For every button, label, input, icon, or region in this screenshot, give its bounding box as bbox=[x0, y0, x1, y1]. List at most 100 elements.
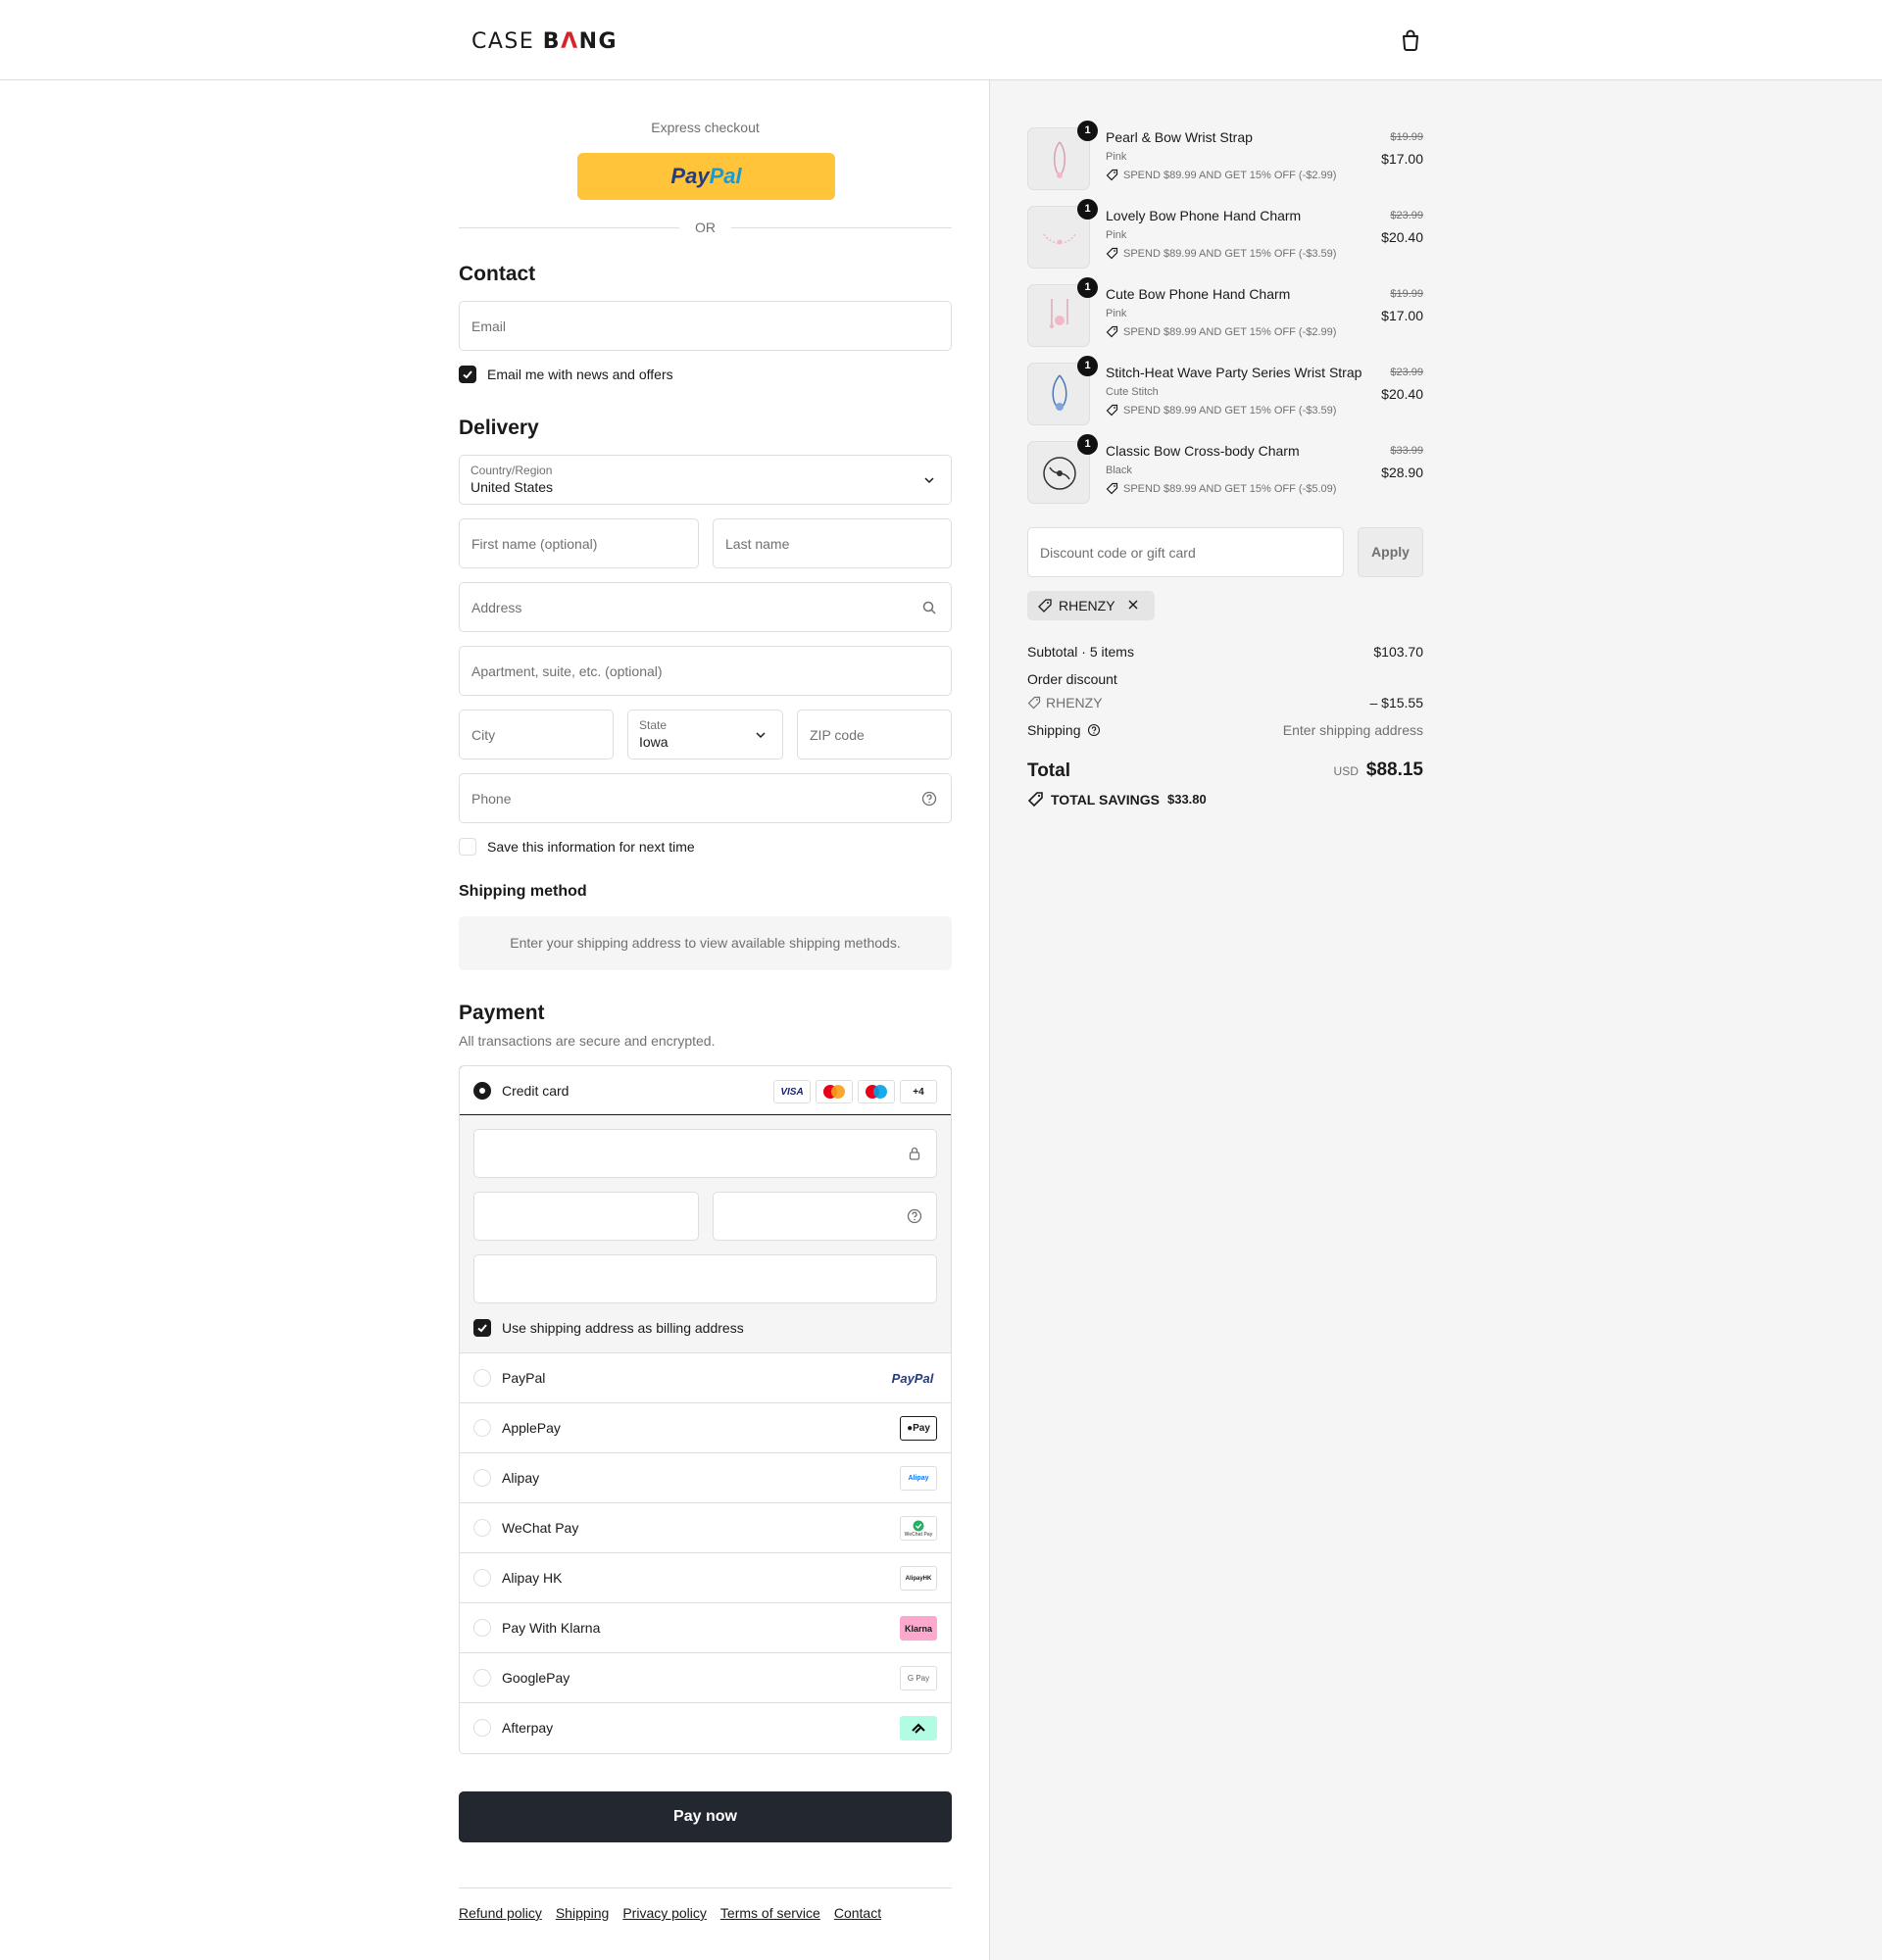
discount-code-field[interactable]: Discount code or gift card bbox=[1027, 527, 1344, 577]
help-circle-icon bbox=[1087, 723, 1100, 737]
order-discount-row: Order discount bbox=[1027, 671, 1117, 687]
payment-radio[interactable] bbox=[473, 1419, 491, 1437]
applepay-logo: ● Pay bbox=[900, 1416, 937, 1441]
store-logo[interactable]: CASE BΛNG bbox=[471, 29, 618, 54]
credit-card-form: Use shipping address as billing address bbox=[460, 1115, 951, 1353]
expiration-date-field[interactable] bbox=[473, 1192, 699, 1241]
address-field[interactable]: Address bbox=[459, 582, 952, 632]
shipping-method-note: Enter your shipping address to view avai… bbox=[459, 916, 952, 970]
item-original-price: $19.99 bbox=[1390, 288, 1423, 300]
email-field[interactable]: Email bbox=[459, 301, 952, 351]
mastercard-icon bbox=[816, 1080, 853, 1103]
item-price: $20.40 bbox=[1381, 229, 1423, 245]
privacy-policy-link[interactable]: Privacy policy bbox=[622, 1905, 707, 1921]
payment-radio[interactable] bbox=[473, 1469, 491, 1487]
tag-icon bbox=[1106, 482, 1118, 495]
payment-radio[interactable] bbox=[473, 1669, 491, 1687]
billing-checkbox[interactable] bbox=[473, 1319, 491, 1337]
payment-radio[interactable] bbox=[473, 1519, 491, 1537]
country-select[interactable]: Country/Region United States bbox=[459, 455, 952, 505]
tag-icon bbox=[1106, 169, 1118, 181]
terms-of-service-link[interactable]: Terms of service bbox=[720, 1905, 820, 1921]
quantity-badge: 1 bbox=[1077, 277, 1098, 298]
credit-card-radio[interactable] bbox=[473, 1082, 491, 1100]
payment-options: Credit card VISA +4 Use shipping address… bbox=[459, 1065, 952, 1754]
apply-discount-button[interactable]: Apply bbox=[1358, 527, 1423, 577]
applied-discount-chip: RHENZY bbox=[1027, 591, 1155, 620]
payment-option-googlepay[interactable]: GooglePay G Pay bbox=[460, 1653, 951, 1703]
more-cards-badge: +4 bbox=[900, 1080, 937, 1103]
payment-radio[interactable] bbox=[473, 1569, 491, 1587]
help-circle-icon[interactable] bbox=[907, 1208, 922, 1227]
item-name: Pearl & Bow Wrist Strap bbox=[1106, 129, 1253, 145]
payment-radio[interactable] bbox=[473, 1369, 491, 1387]
apartment-field[interactable]: Apartment, suite, etc. (optional) bbox=[459, 646, 952, 696]
news-checkbox-row[interactable]: Email me with news and offers bbox=[459, 365, 673, 384]
delivery-heading: Delivery bbox=[459, 416, 539, 439]
remove-discount-icon[interactable] bbox=[1127, 598, 1145, 613]
security-code-field[interactable] bbox=[713, 1192, 937, 1241]
item-discount: SPEND $89.99 AND GET 15% OFF (-$3.59) bbox=[1106, 247, 1336, 260]
item-price: $17.00 bbox=[1381, 151, 1423, 167]
payment-option-alipay[interactable]: Alipay Alipay bbox=[460, 1453, 951, 1503]
billing-checkbox-row[interactable]: Use shipping address as billing address bbox=[473, 1318, 744, 1338]
zip-field[interactable]: ZIP code bbox=[797, 710, 952, 760]
googlepay-logo: G Pay bbox=[900, 1666, 937, 1690]
item-discount: SPEND $89.99 AND GET 15% OFF (-$2.99) bbox=[1106, 169, 1336, 181]
refund-policy-link[interactable]: Refund policy bbox=[459, 1905, 542, 1921]
save-info-checkbox-row[interactable]: Save this information for next time bbox=[459, 837, 695, 857]
chevron-down-icon bbox=[921, 472, 937, 488]
help-circle-icon[interactable] bbox=[921, 791, 937, 807]
list-item: 1 Lovely Bow Phone Hand Charm Pink SPEND… bbox=[1027, 199, 1423, 284]
payment-option-wechat[interactable]: WeChat Pay WeChat Pay bbox=[460, 1503, 951, 1553]
city-field[interactable]: City bbox=[459, 710, 614, 760]
maestro-icon bbox=[858, 1080, 895, 1103]
express-checkout-label: Express checkout bbox=[651, 120, 760, 135]
news-checkbox[interactable] bbox=[459, 366, 476, 383]
quantity-badge: 1 bbox=[1077, 199, 1098, 220]
paypal-express-button[interactable]: Pay Pal bbox=[577, 153, 835, 200]
credit-card-option[interactable]: Credit card VISA +4 bbox=[460, 1066, 951, 1115]
item-variant: Pink bbox=[1106, 308, 1127, 319]
tag-icon bbox=[1027, 696, 1041, 710]
item-original-price: $23.99 bbox=[1390, 210, 1423, 221]
payment-radio[interactable] bbox=[473, 1619, 491, 1637]
item-name: Cute Bow Phone Hand Charm bbox=[1106, 286, 1291, 302]
item-name: Stitch-Heat Wave Party Series Wrist Stra… bbox=[1106, 365, 1362, 380]
quantity-badge: 1 bbox=[1077, 434, 1098, 455]
payment-subtitle: All transactions are secure and encrypte… bbox=[459, 1033, 716, 1049]
tag-icon bbox=[1106, 325, 1118, 338]
card-number-field[interactable] bbox=[473, 1129, 937, 1178]
item-original-price: $23.99 bbox=[1390, 367, 1423, 378]
tag-icon bbox=[1106, 404, 1118, 416]
name-on-card-field[interactable] bbox=[473, 1254, 937, 1303]
list-item: 1 Cute Bow Phone Hand Charm Pink SPEND $… bbox=[1027, 277, 1423, 363]
chevron-down-icon bbox=[753, 727, 768, 743]
state-select[interactable]: State Iowa bbox=[627, 710, 783, 760]
item-price: $20.40 bbox=[1381, 386, 1423, 402]
save-info-checkbox[interactable] bbox=[459, 838, 476, 856]
lock-icon bbox=[907, 1146, 922, 1164]
payment-option-alipayhk[interactable]: Alipay HK AlipayHK bbox=[460, 1553, 951, 1603]
first-name-field[interactable]: First name (optional) bbox=[459, 518, 699, 568]
payment-radio[interactable] bbox=[473, 1719, 491, 1737]
pay-now-button[interactable]: Pay now bbox=[459, 1791, 952, 1842]
contact-link[interactable]: Contact bbox=[834, 1905, 881, 1921]
contact-heading: Contact bbox=[459, 263, 536, 285]
quantity-badge: 1 bbox=[1077, 356, 1098, 376]
payment-option-paypal[interactable]: PayPal PayPal bbox=[460, 1353, 951, 1403]
payment-option-klarna[interactable]: Pay With Klarna Klarna bbox=[460, 1603, 951, 1653]
shipping-link[interactable]: Shipping bbox=[556, 1905, 610, 1921]
phone-field[interactable]: Phone bbox=[459, 773, 952, 823]
payment-option-afterpay[interactable]: Afterpay bbox=[460, 1703, 951, 1753]
total-label: Total bbox=[1027, 760, 1070, 781]
shopping-bag-icon[interactable] bbox=[1398, 27, 1423, 53]
item-name: Classic Bow Cross-body Charm bbox=[1106, 443, 1300, 459]
last-name-field[interactable]: Last name bbox=[713, 518, 952, 568]
wechat-pay-logo: WeChat Pay bbox=[900, 1516, 937, 1541]
payment-option-applepay[interactable]: ApplePay ● Pay bbox=[460, 1403, 951, 1453]
shipping-method-heading: Shipping method bbox=[459, 883, 587, 900]
visa-icon: VISA bbox=[773, 1080, 811, 1103]
item-price: $28.90 bbox=[1381, 465, 1423, 480]
paypal-logo: PayPal bbox=[888, 1366, 937, 1391]
